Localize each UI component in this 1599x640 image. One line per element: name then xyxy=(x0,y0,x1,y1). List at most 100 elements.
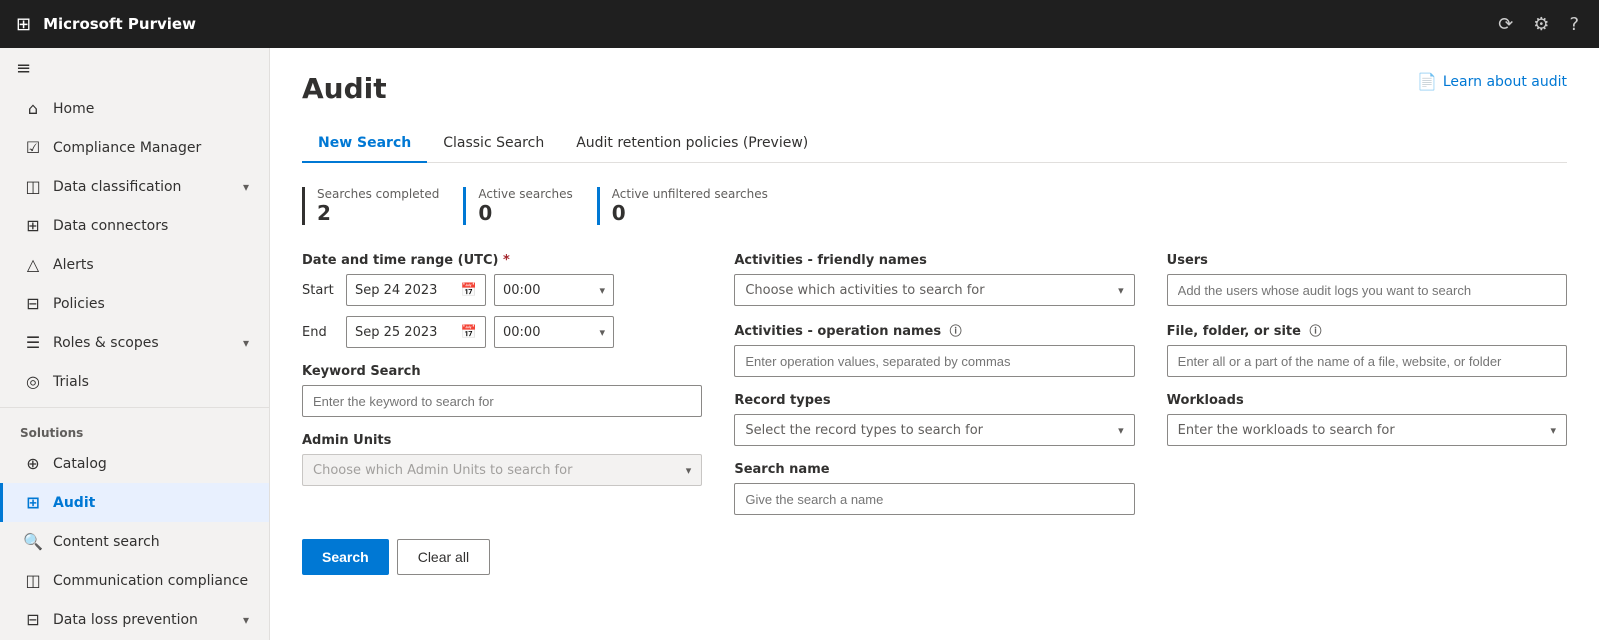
stat-active-searches: Active searches 0 xyxy=(463,187,596,225)
start-date-input[interactable]: Sep 24 2023 📅 xyxy=(346,274,486,306)
start-time-value: 00:00 xyxy=(503,283,540,298)
date-time-label: Date and time range (UTC) * xyxy=(302,253,702,268)
workloads-placeholder: Enter the workloads to search for xyxy=(1178,423,1551,438)
keyword-search-group: Keyword Search xyxy=(302,364,702,417)
grid-icon[interactable]: ⊞ xyxy=(16,14,31,35)
file-folder-input[interactable] xyxy=(1167,345,1567,377)
sidebar-item-catalog[interactable]: ⊕ Catalog xyxy=(0,444,269,483)
connections-icon[interactable]: ⟳ xyxy=(1494,10,1517,39)
sidebar-item-audit[interactable]: ⊞ Audit xyxy=(0,483,269,522)
sidebar-item-label: Audit xyxy=(53,495,95,511)
sidebar-item-label: Roles & scopes xyxy=(53,335,159,351)
record-types-select[interactable]: Select the record types to search for ▾ xyxy=(734,414,1134,446)
chevron-down-icon: ▾ xyxy=(243,336,249,350)
end-date-value: Sep 25 2023 xyxy=(355,325,437,340)
required-marker: * xyxy=(503,253,510,268)
chevron-down-icon: ▾ xyxy=(686,464,692,477)
dlp-icon: ⊟ xyxy=(23,610,43,629)
stat-label: Active unfiltered searches xyxy=(612,187,768,201)
sidebar-item-label: Alerts xyxy=(53,257,94,273)
stat-value: 2 xyxy=(317,201,439,225)
stat-label: Searches completed xyxy=(317,187,439,201)
sidebar-item-label: Home xyxy=(53,101,94,117)
users-label: Users xyxy=(1167,253,1567,268)
clear-all-button[interactable]: Clear all xyxy=(397,539,490,575)
workloads-select[interactable]: Enter the workloads to search for ▾ xyxy=(1167,414,1567,446)
action-bar: Search Clear all xyxy=(302,539,1567,575)
connectors-icon: ⊞ xyxy=(23,216,43,235)
chevron-down-icon: ▾ xyxy=(243,180,249,194)
stats-row: Searches completed 2 Active searches 0 A… xyxy=(302,187,1567,225)
chevron-down-icon: ▾ xyxy=(1550,424,1556,437)
calendar-icon[interactable]: 📅 xyxy=(461,325,477,340)
keyword-input[interactable] xyxy=(302,385,702,417)
end-label: End xyxy=(302,325,338,340)
tab-audit-retention[interactable]: Audit retention policies (Preview) xyxy=(560,125,824,163)
search-button[interactable]: Search xyxy=(302,539,389,575)
search-name-input[interactable] xyxy=(734,483,1134,515)
compliance-icon: ☑ xyxy=(23,138,43,157)
chevron-down-icon: ▾ xyxy=(1118,424,1124,437)
stat-searches-completed: Searches completed 2 xyxy=(302,187,463,225)
activities-operation-group: Activities - operation names ⓘ xyxy=(734,322,1134,377)
admin-units-select[interactable]: Choose which Admin Units to search for ▾ xyxy=(302,454,702,486)
record-types-group: Record types Select the record types to … xyxy=(734,393,1134,446)
sidebar-item-communication-compliance[interactable]: ◫ Communication compliance xyxy=(0,561,269,600)
search-name-label: Search name xyxy=(734,462,1134,477)
activities-friendly-select[interactable]: Choose which activities to search for ▾ xyxy=(734,274,1134,306)
learn-about-audit-link[interactable]: 📄 Learn about audit xyxy=(1417,72,1567,91)
admin-units-group: Admin Units Choose which Admin Units to … xyxy=(302,433,702,486)
stat-label: Active searches xyxy=(478,187,572,201)
sidebar-item-trials[interactable]: ◎ Trials xyxy=(0,362,269,401)
date-time-group: Date and time range (UTC) * Start Sep 24… xyxy=(302,253,702,348)
alerts-icon: △ xyxy=(23,255,43,274)
sidebar: ≡ ⌂ Home ☑ Compliance Manager ◫ Data cla… xyxy=(0,48,270,640)
sidebar-item-content-search[interactable]: 🔍 Content search xyxy=(0,522,269,561)
sidebar-item-compliance-manager[interactable]: ☑ Compliance Manager xyxy=(0,128,269,167)
activities-operation-input[interactable] xyxy=(734,345,1134,377)
menu-toggle[interactable]: ≡ xyxy=(0,48,269,89)
tab-classic-search[interactable]: Classic Search xyxy=(427,125,560,163)
start-label: Start xyxy=(302,283,338,298)
search-form: Date and time range (UTC) * Start Sep 24… xyxy=(302,253,1567,515)
start-time-select[interactable]: 00:00 ▾ xyxy=(494,274,614,306)
activities-operation-label: Activities - operation names ⓘ xyxy=(734,322,1134,339)
sidebar-item-policies[interactable]: ⊟ Policies xyxy=(0,284,269,323)
end-row: End Sep 25 2023 📅 00:00 ▾ xyxy=(302,316,702,348)
settings-icon[interactable]: ⚙ xyxy=(1529,10,1553,39)
data-class-icon: ◫ xyxy=(23,177,43,196)
document-icon: 📄 xyxy=(1417,72,1437,91)
users-group: Users xyxy=(1167,253,1567,306)
main-content: Audit 📄 Learn about audit New Search Cla… xyxy=(270,48,1599,640)
page-title: Audit xyxy=(302,72,387,105)
chevron-down-icon: ▾ xyxy=(243,613,249,627)
chevron-down-icon: ▾ xyxy=(1118,284,1124,297)
sidebar-item-roles-scopes[interactable]: ☰ Roles & scopes ▾ xyxy=(0,323,269,362)
topbar: ⊞ Microsoft Purview ⟳ ⚙ ? xyxy=(0,0,1599,48)
end-date-input[interactable]: Sep 25 2023 📅 xyxy=(346,316,486,348)
sidebar-item-data-classification[interactable]: ◫ Data classification ▾ xyxy=(0,167,269,206)
sidebar-item-label: Catalog xyxy=(53,456,107,472)
stat-value: 0 xyxy=(612,201,768,225)
sidebar-item-label: Policies xyxy=(53,296,105,312)
sidebar-item-home[interactable]: ⌂ Home xyxy=(0,89,269,128)
sidebar-divider xyxy=(0,407,269,408)
file-folder-group: File, folder, or site ⓘ xyxy=(1167,322,1567,377)
calendar-icon[interactable]: 📅 xyxy=(461,283,477,298)
workloads-label: Workloads xyxy=(1167,393,1567,408)
record-types-placeholder: Select the record types to search for xyxy=(745,423,1118,438)
sidebar-item-data-loss-prevention[interactable]: ⊟ Data loss prevention ▾ xyxy=(0,600,269,639)
catalog-icon: ⊕ xyxy=(23,454,43,473)
sidebar-item-data-connectors[interactable]: ⊞ Data connectors xyxy=(0,206,269,245)
users-input[interactable] xyxy=(1167,274,1567,306)
info-icon: ⓘ xyxy=(950,324,962,338)
tab-new-search[interactable]: New Search xyxy=(302,125,427,163)
sidebar-item-alerts[interactable]: △ Alerts xyxy=(0,245,269,284)
date-time-section: Start Sep 24 2023 📅 00:00 ▾ xyxy=(302,274,702,348)
sidebar-item-label: Content search xyxy=(53,534,160,550)
app-title: Microsoft Purview xyxy=(43,15,196,33)
sidebar-item-label: Data loss prevention xyxy=(53,612,198,628)
start-date-value: Sep 24 2023 xyxy=(355,283,437,298)
end-time-select[interactable]: 00:00 ▾ xyxy=(494,316,614,348)
help-icon[interactable]: ? xyxy=(1565,10,1583,39)
